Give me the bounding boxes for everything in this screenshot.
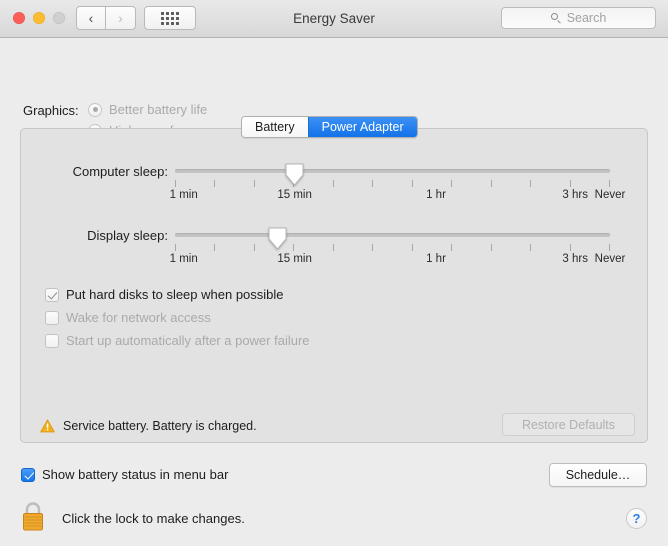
slider-tick [411, 244, 413, 251]
help-button[interactable]: ? [626, 508, 647, 529]
slider-tick-label: 1 min [169, 253, 198, 265]
slider-tick [490, 244, 492, 251]
checkbox-wake-for-network-access: Wake for network access [45, 310, 211, 325]
slider-tick-labels: 1 min 15 min 1 hr 3 hrs Never [170, 253, 626, 269]
slider-tick-label: Never [594, 253, 626, 265]
radio-label: Better battery life [109, 102, 208, 117]
radio-indicator [88, 102, 102, 117]
slider-tick [609, 244, 610, 251]
slider-tick [293, 244, 295, 251]
slider-tick [214, 180, 216, 187]
checkbox-indicator [45, 310, 59, 325]
slider-tick [253, 244, 255, 251]
slider-tick [451, 180, 453, 187]
minimize-button[interactable] [33, 12, 45, 24]
show-all-button[interactable] [144, 6, 196, 30]
slider-tick-label: 1 min [169, 189, 198, 201]
navigation-buttons: ‹ › [76, 6, 136, 30]
slider-tick-label: 1 hr [426, 189, 446, 201]
slider-tick [372, 180, 374, 187]
search-placeholder: Search [566, 11, 607, 25]
slider-tick [175, 180, 176, 187]
display-sleep-label: Display sleep: [87, 228, 168, 243]
chevron-left-icon: ‹ [88, 10, 94, 26]
slider-tick [332, 180, 334, 187]
restore-defaults-button: Restore Defaults [502, 413, 635, 436]
checkbox-label: Wake for network access [66, 310, 211, 325]
slider-tick-label: 3 hrs [562, 189, 588, 201]
zoom-button [53, 12, 65, 24]
search-icon [550, 12, 562, 24]
checkbox-indicator [45, 333, 59, 348]
slider-tick [214, 244, 216, 251]
checkbox-start-up-after-power-failure: Start up automatically after a power fai… [45, 333, 310, 348]
search-field[interactable]: Search [501, 7, 656, 29]
lock-closed-icon[interactable] [20, 500, 46, 537]
slider-track[interactable] [175, 233, 610, 237]
slider-tick [372, 244, 374, 251]
grid-icon [161, 11, 179, 25]
close-button[interactable] [13, 12, 25, 24]
computer-sleep-label: Computer sleep: [72, 164, 168, 179]
checkbox-indicator[interactable] [21, 467, 35, 482]
checkbox-show-battery-status-in-menu-bar[interactable]: Show battery status in menu bar [21, 467, 228, 482]
slider-tick-label: 3 hrs [562, 253, 588, 265]
power-source-tabs: Battery Power Adapter [241, 116, 418, 138]
chevron-right-icon: › [118, 10, 123, 26]
slider-tick [490, 180, 492, 187]
checkbox-indicator [45, 287, 59, 302]
slider-tick-label: Never [594, 189, 626, 201]
slider-tick [175, 244, 176, 251]
slider-thumb[interactable] [285, 163, 304, 186]
slider-tick-labels: 1 min 15 min 1 hr 3 hrs Never [170, 189, 626, 205]
checkbox-put-hard-disks-to-sleep: Put hard disks to sleep when possible [45, 287, 284, 302]
warning-triangle-icon [40, 419, 55, 433]
slider-tick [451, 244, 453, 251]
slider-tick [530, 244, 532, 251]
slider-tick [253, 180, 255, 187]
display-sleep-slider[interactable]: 1 min 15 min 1 hr 3 hrs Never [170, 226, 626, 272]
checkbox-label: Put hard disks to sleep when possible [66, 287, 284, 302]
battery-status-text: Service battery. Battery is charged. [63, 419, 257, 433]
tab-power-adapter[interactable]: Power Adapter [307, 117, 417, 137]
slider-tick-label: 15 min [277, 189, 312, 201]
slider-track[interactable] [175, 169, 610, 173]
graphics-label: Graphics: [23, 103, 79, 118]
battery-status: Service battery. Battery is charged. [40, 419, 257, 433]
slider-tick [332, 244, 334, 251]
slider-tick-label: 15 min [277, 253, 312, 265]
tab-battery[interactable]: Battery [242, 117, 308, 137]
slider-tick [411, 180, 413, 187]
checkbox-label: Start up automatically after a power fai… [66, 333, 310, 348]
computer-sleep-slider[interactable]: 1 min 15 min 1 hr 3 hrs Never [170, 162, 626, 208]
slider-thumb[interactable] [268, 227, 287, 250]
radio-better-battery-life: Better battery life [88, 102, 207, 117]
lock-text: Click the lock to make changes. [62, 511, 245, 526]
slider-tick [569, 244, 571, 251]
forward-button: › [106, 6, 136, 30]
slider-tick [609, 180, 610, 187]
traffic-light-group [13, 12, 65, 24]
schedule-button[interactable]: Schedule… [549, 463, 647, 487]
slider-tick-label: 1 hr [426, 253, 446, 265]
slider-tick [569, 180, 571, 187]
slider-tick [530, 180, 532, 187]
back-button[interactable]: ‹ [76, 6, 106, 30]
checkbox-label: Show battery status in menu bar [42, 467, 229, 482]
window-titlebar: ‹ › Energy Saver Search [0, 0, 668, 38]
slider-ticks [175, 180, 610, 187]
slider-ticks [175, 244, 610, 251]
lock-row: Click the lock to make changes. [20, 500, 245, 537]
